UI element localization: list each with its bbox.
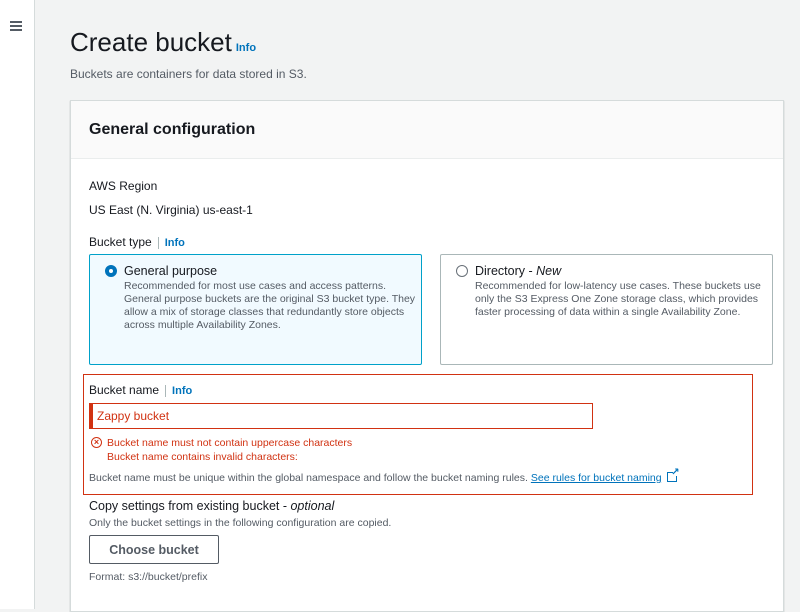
option-description: Recommended for most use cases and acces… [124,280,416,331]
error-icon: × [91,437,102,448]
optional-tag: optional [290,499,335,513]
copy-settings-label: Copy settings from existing bucket - opt… [89,499,335,513]
bucket-type-label: Bucket type [89,235,152,249]
option-title: Directory - New [475,264,562,278]
naming-rules-link[interactable]: See rules for bucket naming [531,472,662,484]
general-configuration-panel: General configuration AWS Region US East… [70,100,784,612]
divider [165,384,167,397]
option-title-text: Directory [475,264,526,278]
region-label: AWS Region [89,179,158,193]
title-info-link[interactable]: Info [236,42,256,54]
hint-text: Bucket name must be unique within the gl… [89,472,528,484]
bucket-name-info-link[interactable]: Info [172,385,192,397]
choose-bucket-button[interactable]: Choose bucket [89,535,219,564]
bucket-type-label-row: Bucket type Info [89,235,185,249]
radio-selected-icon[interactable] [105,265,117,277]
region-value: US East (N. Virginia) us-east-1 [89,203,253,217]
error-message-uppercase: Bucket name must not contain uppercase c… [107,437,353,449]
page-title-text: Create bucket [70,27,232,57]
format-hint: Format: s3://bucket/prefix [89,571,208,583]
option-title: General purpose [124,264,218,278]
bucket-type-option-general-purpose[interactable]: General purpose Recommended for most use… [89,254,422,365]
divider [157,236,159,249]
bucket-type-info-link[interactable]: Info [165,237,185,249]
page-title: Create bucket Info [70,27,256,58]
bucket-name-input[interactable] [89,403,593,429]
page-subtitle: Buckets are containers for data stored i… [70,67,307,81]
copy-settings-description: Only the bucket settings in the followin… [89,517,392,529]
option-description: Recommended for low-latency use cases. T… [475,280,761,318]
error-message-invalid-chars: Bucket name contains invalid characters: [107,451,298,463]
bucket-type-option-directory[interactable]: Directory - New Recommended for low-late… [440,254,773,365]
panel-header: General configuration [71,101,783,159]
bucket-name-hint: Bucket name must be unique within the gl… [89,467,680,484]
left-nav-rail [0,0,35,609]
bucket-name-label: Bucket name [89,383,160,397]
panel-title: General configuration [89,121,256,138]
hamburger-icon[interactable] [10,21,22,31]
option-badge-new: New [536,264,562,278]
breadcrumb [70,0,330,2]
bucket-name-label-row: Bucket name Info [89,383,192,397]
copy-settings-label-text: Copy settings from existing bucket [89,499,280,513]
external-link-icon[interactable] [666,467,680,482]
radio-unselected-icon[interactable] [456,265,468,277]
